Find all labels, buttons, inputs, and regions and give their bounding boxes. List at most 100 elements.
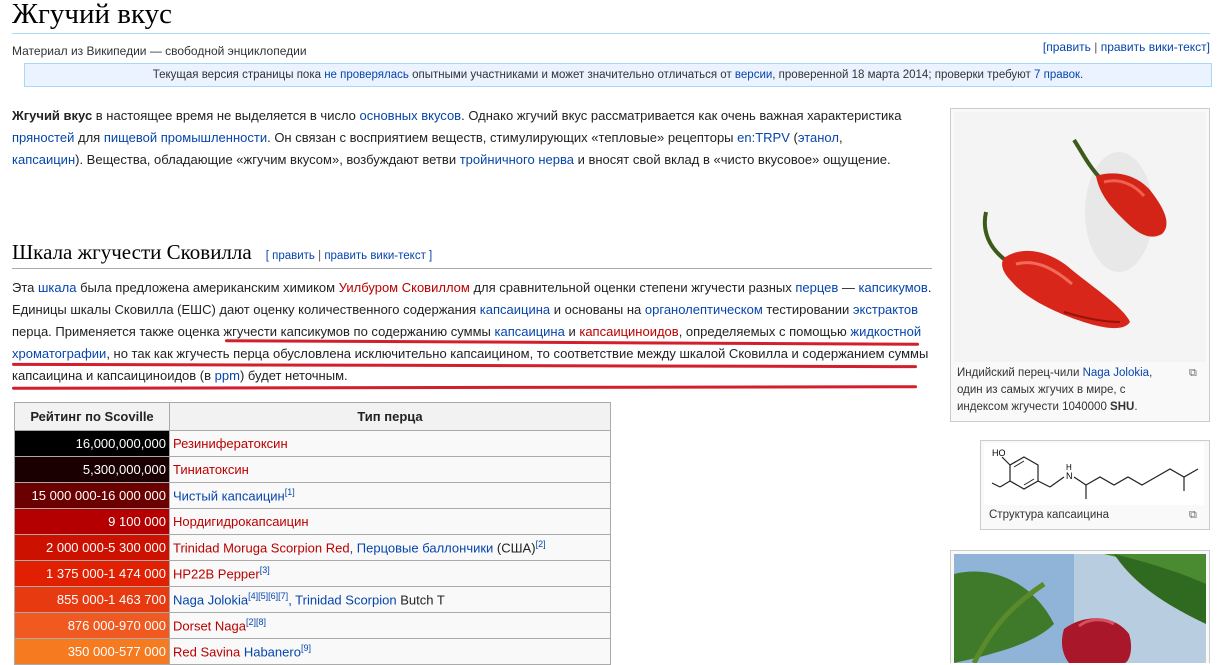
scoville-value: 350 000-577 000 bbox=[14, 638, 170, 665]
pepper-type: Тиниатоксин bbox=[169, 456, 611, 483]
basic-tastes-link[interactable]: основных вкусов bbox=[360, 108, 462, 123]
capsaicin-link[interactable]: капсаицин bbox=[12, 152, 75, 167]
table-row: 5,300,000,000 Тиниатоксин bbox=[14, 456, 611, 483]
table-header-row: Рейтинг по Scoville Тип перца bbox=[14, 402, 611, 431]
table-row: 15 000 000-16 000 000 Чистый капсаицин[1] bbox=[14, 482, 611, 509]
food-industry-link[interactable]: пищевой промышленности bbox=[104, 130, 267, 145]
scoville-value: 1 375 000-1 474 000 bbox=[14, 560, 170, 587]
table-row: 2 000 000-5 300 000 Trinidad Moruga Scorp… bbox=[14, 534, 611, 561]
section-edit-wikitext-link[interactable]: править вики-текст ] bbox=[324, 250, 432, 262]
capsaicinoids-link[interactable]: капсаициноидов bbox=[579, 324, 678, 339]
spices-link[interactable]: пряностей bbox=[12, 130, 74, 145]
reference-link[interactable]: [4][5][6][7] bbox=[248, 591, 288, 601]
pepper-name-link[interactable]: Trinidad Moruga Scorpion Red bbox=[173, 541, 350, 556]
enlarge-icon-2[interactable]: ⧉ bbox=[1189, 509, 1197, 522]
naga-jolokia-image[interactable] bbox=[954, 112, 1206, 362]
naga-jolokia-caption-link[interactable]: Naga Jolokia bbox=[1083, 367, 1149, 379]
pepper-name-link[interactable]: Резинифератоксин bbox=[173, 436, 288, 451]
scoville-value: 5,300,000,000 bbox=[14, 456, 170, 483]
annotation-underline-3 bbox=[11, 385, 918, 390]
capsicum-link[interactable]: капсикумов bbox=[859, 280, 928, 295]
scoville-value: 2 000 000-5 300 000 bbox=[14, 534, 170, 561]
peppers-link[interactable]: перцев bbox=[795, 280, 838, 295]
reference-link[interactable]: [3] bbox=[260, 565, 270, 575]
col-header-pepper-type: Тип перца bbox=[169, 402, 611, 431]
reference-link[interactable]: [2][8] bbox=[246, 617, 266, 627]
scoville-value: 876 000-970 000 bbox=[14, 612, 170, 639]
capsaicin-structure-image[interactable]: HO N H bbox=[984, 443, 1204, 505]
not-reviewed-link[interactable]: не проверялась bbox=[324, 69, 409, 81]
pepper-plant-figure bbox=[950, 550, 1210, 663]
scoville-value: 9 100 000 bbox=[14, 508, 170, 535]
edit-link[interactable]: [править bbox=[1043, 40, 1091, 54]
pepper-extra-link[interactable]: , Trinidad Scorpion bbox=[288, 593, 396, 608]
svg-text:H: H bbox=[1066, 463, 1072, 472]
pepper-extra-text: Butch T bbox=[396, 592, 445, 608]
pending-edits-link[interactable]: 7 правок bbox=[1034, 69, 1080, 81]
table-row: 855 000-1 463 700 Naga Jolokia[4][5][6][7… bbox=[14, 586, 611, 613]
col-header-rating: Рейтинг по Scoville bbox=[14, 402, 170, 431]
pepper-type: Dorset Naga[2][8] bbox=[169, 612, 611, 639]
capsaicin-link-2[interactable]: капсаицина bbox=[480, 302, 550, 317]
scoville-value: 15 000 000-16 000 000 bbox=[14, 482, 170, 509]
edit-wikitext-link[interactable]: править вики-текст] bbox=[1101, 40, 1210, 54]
svg-text:N: N bbox=[1066, 471, 1073, 481]
pepper-name-link[interactable]: Тиниатоксин bbox=[173, 462, 249, 477]
enlarge-icon[interactable]: ⧉ bbox=[1189, 367, 1197, 380]
section-edit-link[interactable]: [ править bbox=[266, 250, 315, 262]
intro-paragraph: Жгучий вкус в настоящее время не выделяе… bbox=[12, 108, 902, 167]
pepper-extra-link[interactable]: Habanero bbox=[240, 645, 301, 660]
table-row: 876 000-970 000 Dorset Naga[2][8] bbox=[14, 612, 611, 639]
pepper-type: HP22B Pepper[3] bbox=[169, 560, 611, 587]
scoville-value: 855 000-1 463 700 bbox=[14, 586, 170, 613]
reference-link[interactable]: [9] bbox=[301, 643, 311, 653]
pepper-type: Чистый капсаицин[1] bbox=[169, 482, 611, 509]
scoville-value: 16,000,000,000 bbox=[14, 430, 170, 457]
scale-link[interactable]: шкала bbox=[38, 280, 76, 295]
reference-link[interactable]: [1] bbox=[285, 487, 295, 497]
ppm-link[interactable]: ppm bbox=[215, 368, 240, 383]
pepper-name-link[interactable]: HP22B Pepper bbox=[173, 567, 260, 582]
trigeminal-nerve-link[interactable]: тройничного нерва bbox=[460, 152, 574, 167]
table-row: 350 000-577 000 Red Savina Habanero[9] bbox=[14, 638, 611, 665]
svg-text:HO: HO bbox=[992, 448, 1006, 458]
scoville-table: Рейтинг по Scoville Тип перца 16,000,000… bbox=[14, 402, 611, 665]
pepper-figure: Индийский перец-чили Naga Jolokia, один … bbox=[950, 108, 1210, 422]
pepper-type: Red Savina Habanero[9] bbox=[169, 638, 611, 665]
trpv-link[interactable]: en:TRPV bbox=[737, 130, 790, 145]
capsaicin-figure: HO N H Структура капсаицина ⧉ bbox=[980, 440, 1210, 530]
pepper-extra-link[interactable]: , Перцовые баллончики bbox=[350, 541, 494, 556]
extracts-link[interactable]: экстрактов bbox=[853, 302, 918, 317]
pepper-plant-image[interactable] bbox=[954, 554, 1206, 663]
scoville-link[interactable]: Уилбуром Сковиллом bbox=[339, 280, 470, 295]
review-notice: Текущая версия страницы пока не проверял… bbox=[24, 63, 1212, 87]
pepper-name-link[interactable]: Naga Jolokia bbox=[173, 593, 248, 608]
page-title: Жгучий вкус bbox=[12, 0, 172, 30]
capsaicin-caption: Структура капсаицина bbox=[989, 509, 1109, 521]
page-edit-links: [править | править вики-текст] bbox=[1042, 40, 1210, 54]
section-heading: Шкала жгучести Сковилла[ править | прави… bbox=[12, 240, 433, 264]
pepper-type: Trinidad Moruga Scorpion Red, Перцовые б… bbox=[169, 534, 611, 561]
capsaicin-link-3[interactable]: капсаицина bbox=[494, 324, 564, 339]
pepper-type: Резинифератоксин bbox=[169, 430, 611, 457]
version-link[interactable]: версии bbox=[735, 69, 772, 81]
pepper-name-link[interactable]: Red Savina bbox=[173, 645, 240, 660]
organoleptic-link[interactable]: органолептическом bbox=[645, 302, 763, 317]
section-divider bbox=[12, 268, 932, 269]
pepper-name-link[interactable]: Чистый капсаицин bbox=[173, 489, 285, 504]
reference-link[interactable]: [2] bbox=[536, 539, 546, 549]
scale-paragraph: Эта шкала была предложена американским х… bbox=[12, 280, 932, 383]
pepper-type: Нордигидрокапсаицин bbox=[169, 508, 611, 535]
pepper-type: Naga Jolokia[4][5][6][7], Trinidad Scorp… bbox=[169, 586, 611, 613]
table-row: 9 100 000 Нордигидрокапсаицин bbox=[14, 508, 611, 535]
site-subtitle: Материал из Википедии — свободной энцикл… bbox=[12, 44, 307, 58]
pepper-name-link[interactable]: Dorset Naga bbox=[173, 619, 246, 634]
pepper-extra-text: (США) bbox=[493, 540, 536, 556]
title-divider bbox=[12, 33, 1210, 34]
section-edit-links: [ править | править вики-текст ] bbox=[265, 250, 433, 262]
pepper-name-link[interactable]: Нордигидрокапсаицин bbox=[173, 514, 309, 529]
table-row: 1 375 000-1 474 000 HP22B Pepper[3] bbox=[14, 560, 611, 587]
ethanol-link[interactable]: этанол bbox=[798, 130, 839, 145]
table-row: 16,000,000,000 Резинифератоксин bbox=[14, 430, 611, 457]
pepper-caption: Индийский перец-чили Naga Jolokia, один … bbox=[957, 367, 1153, 413]
